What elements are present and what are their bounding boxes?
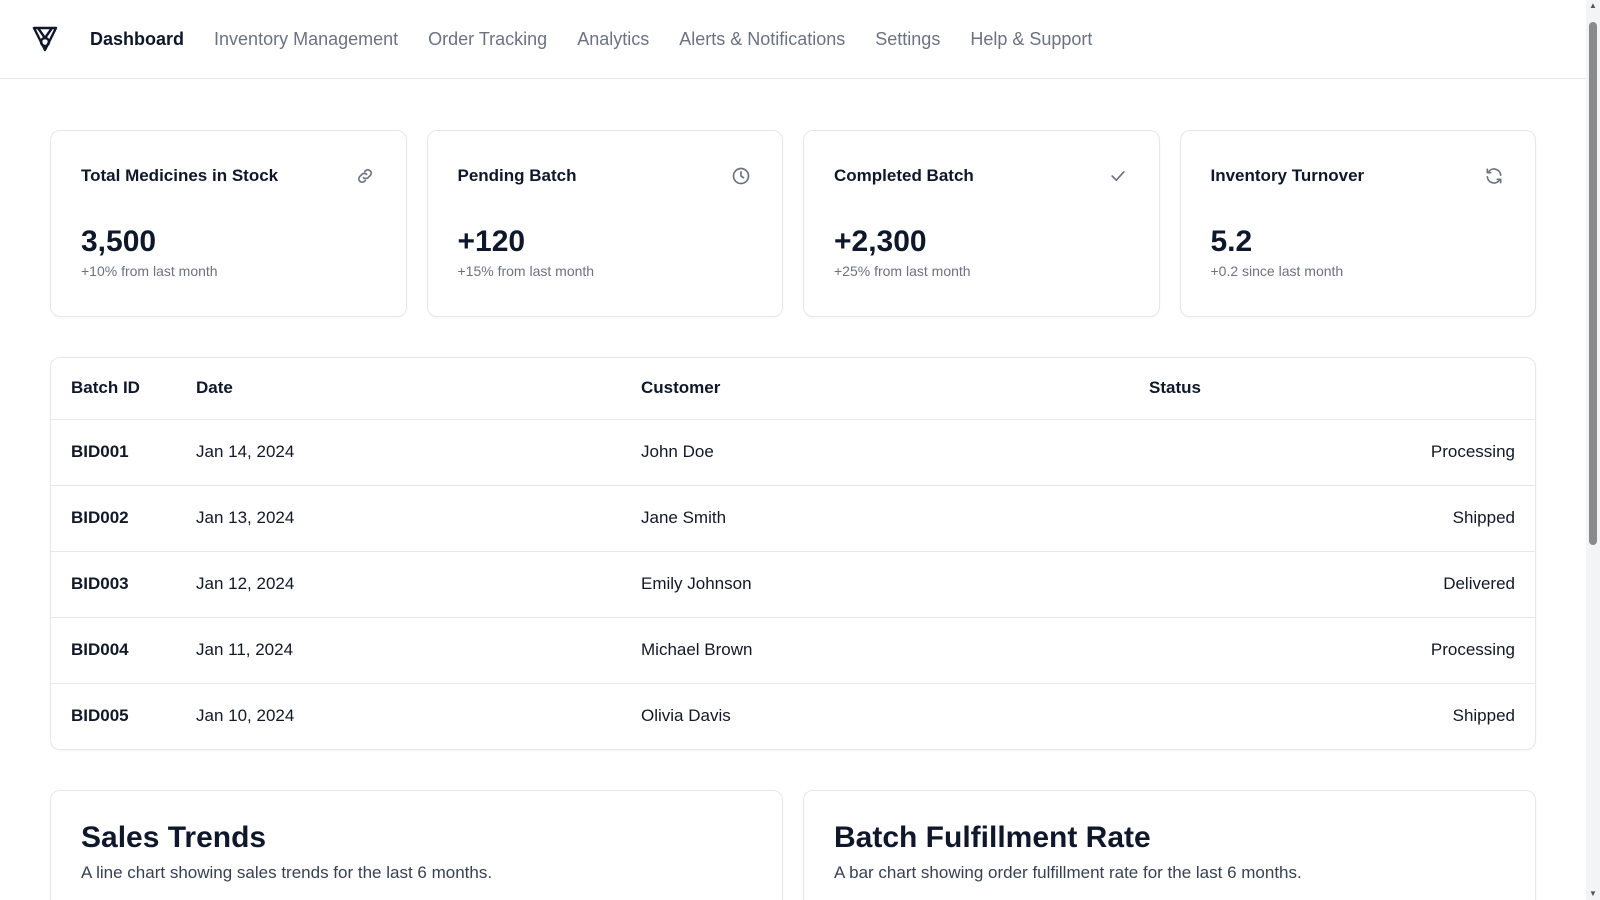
clock-icon [730,165,752,187]
cell-batch-id: BID001 [51,419,196,486]
cell-status: Processing [1149,617,1535,684]
vertical-scrollbar[interactable]: ▲ ▼ [1586,0,1600,900]
cell-date: Jan 13, 2024 [196,485,641,552]
sales-trends-description: A line chart showing sales trends for th… [81,863,493,882]
stat-value: 3,500 [81,225,157,258]
header-customer[interactable]: Customer [641,358,1149,420]
stats-row: Total Medicines in Stock 3,500 +10% from… [50,130,1536,317]
cell-date: Jan 11, 2024 [196,617,641,684]
cell-status: Shipped [1452,706,1515,726]
stat-title: Inventory Turnover [1210,166,1365,185]
sales-trends-card: Sales Trends A line chart showing sales … [50,790,783,900]
table-row[interactable]: BID004 Jan 11, 2024 Michael Brown Proces… [51,617,1535,684]
stat-change: +25% from last month [834,263,971,279]
refresh-icon [1483,165,1505,187]
cell-date: Jan 10, 2024 [196,706,295,726]
stat-card-total-medicines: Total Medicines in Stock 3,500 +10% from… [50,130,407,317]
stat-title: Pending Batch [457,166,577,185]
top-navigation: Dashboard Inventory Management Order Tra… [0,0,1586,79]
batch-fulfillment-title: Batch Fulfillment Rate [834,821,1151,854]
table-row[interactable]: BID001 Jan 14, 2024 John Doe Processing [51,419,1535,486]
cell-batch-id: BID002 [51,485,196,552]
table-row[interactable]: BID003 Jan 12, 2024 Emily Johnson Delive… [51,551,1535,618]
cell-customer: Olivia Davis [641,706,731,726]
stat-title: Total Medicines in Stock [81,166,279,185]
cell-batch-id: BID005 [71,706,129,726]
cell-date: Jan 14, 2024 [196,419,641,486]
scroll-up-icon[interactable]: ▲ [1589,2,1597,10]
nav-order-tracking[interactable]: Order Tracking [428,29,547,50]
cell-status: Delivered [1149,551,1535,618]
header-status[interactable]: Status [1149,358,1535,420]
cell-customer: John Doe [641,419,1149,486]
stat-value: +2,300 [834,225,927,258]
stat-card-completed-batch: Completed Batch +2,300 +25% from last mo… [803,130,1160,317]
cell-customer: Jane Smith [641,485,1149,552]
stat-change: +10% from last month [81,263,218,279]
medical-shield-icon[interactable] [32,24,58,54]
table-row[interactable]: BID002 Jan 13, 2024 Jane Smith Shipped [51,485,1535,552]
table-header-row: Batch ID Date Customer Status [51,358,1535,420]
stat-card-pending-batch: Pending Batch +120 +15% from last month [426,130,783,317]
cell-status: Processing [1149,419,1535,486]
scrollbar-thumb[interactable] [1589,22,1597,545]
cell-status: Shipped [1149,485,1535,552]
batch-table: Batch ID Date Customer Status BID001 Jan… [51,358,1535,749]
batch-table-card: Batch ID Date Customer Status BID001 Jan… [50,357,1536,750]
header-batch-id[interactable]: Batch ID [51,358,196,420]
cell-batch-id: BID004 [51,617,196,684]
stat-card-inventory-turnover: Inventory Turnover 5.2 +0.2 since last m… [1179,130,1536,317]
nav-analytics[interactable]: Analytics [577,29,649,50]
header-date[interactable]: Date [196,358,641,420]
check-icon [1107,165,1129,187]
batch-fulfillment-card: Batch Fulfillment Rate A bar chart showi… [803,790,1536,900]
sales-trends-title: Sales Trends [81,821,267,854]
stat-change: +0.2 since last month [1210,263,1344,279]
nav-dashboard[interactable]: Dashboard [90,29,184,50]
stat-change: +15% from last month [457,263,595,279]
scroll-down-icon[interactable]: ▼ [1589,890,1597,898]
nav-alerts-notifications[interactable]: Alerts & Notifications [679,29,845,50]
stat-value: 5.2 [1210,225,1253,258]
cell-customer: Michael Brown [641,617,1149,684]
cell-date: Jan 12, 2024 [196,551,641,618]
stat-title: Completed Batch [834,166,974,185]
link-icon [354,165,376,187]
nav-inventory-management[interactable]: Inventory Management [214,29,398,50]
stat-value: +120 [457,225,526,258]
table-row[interactable]: BID005 Jan 10, 2024 Olivia Davis Shipped [51,683,1535,749]
cell-customer: Emily Johnson [641,551,1149,618]
nav-help-support[interactable]: Help & Support [970,29,1092,50]
cell-batch-id: BID003 [51,551,196,618]
batch-fulfillment-description: A bar chart showing order fulfillment ra… [834,863,1302,882]
nav-settings[interactable]: Settings [875,29,940,50]
